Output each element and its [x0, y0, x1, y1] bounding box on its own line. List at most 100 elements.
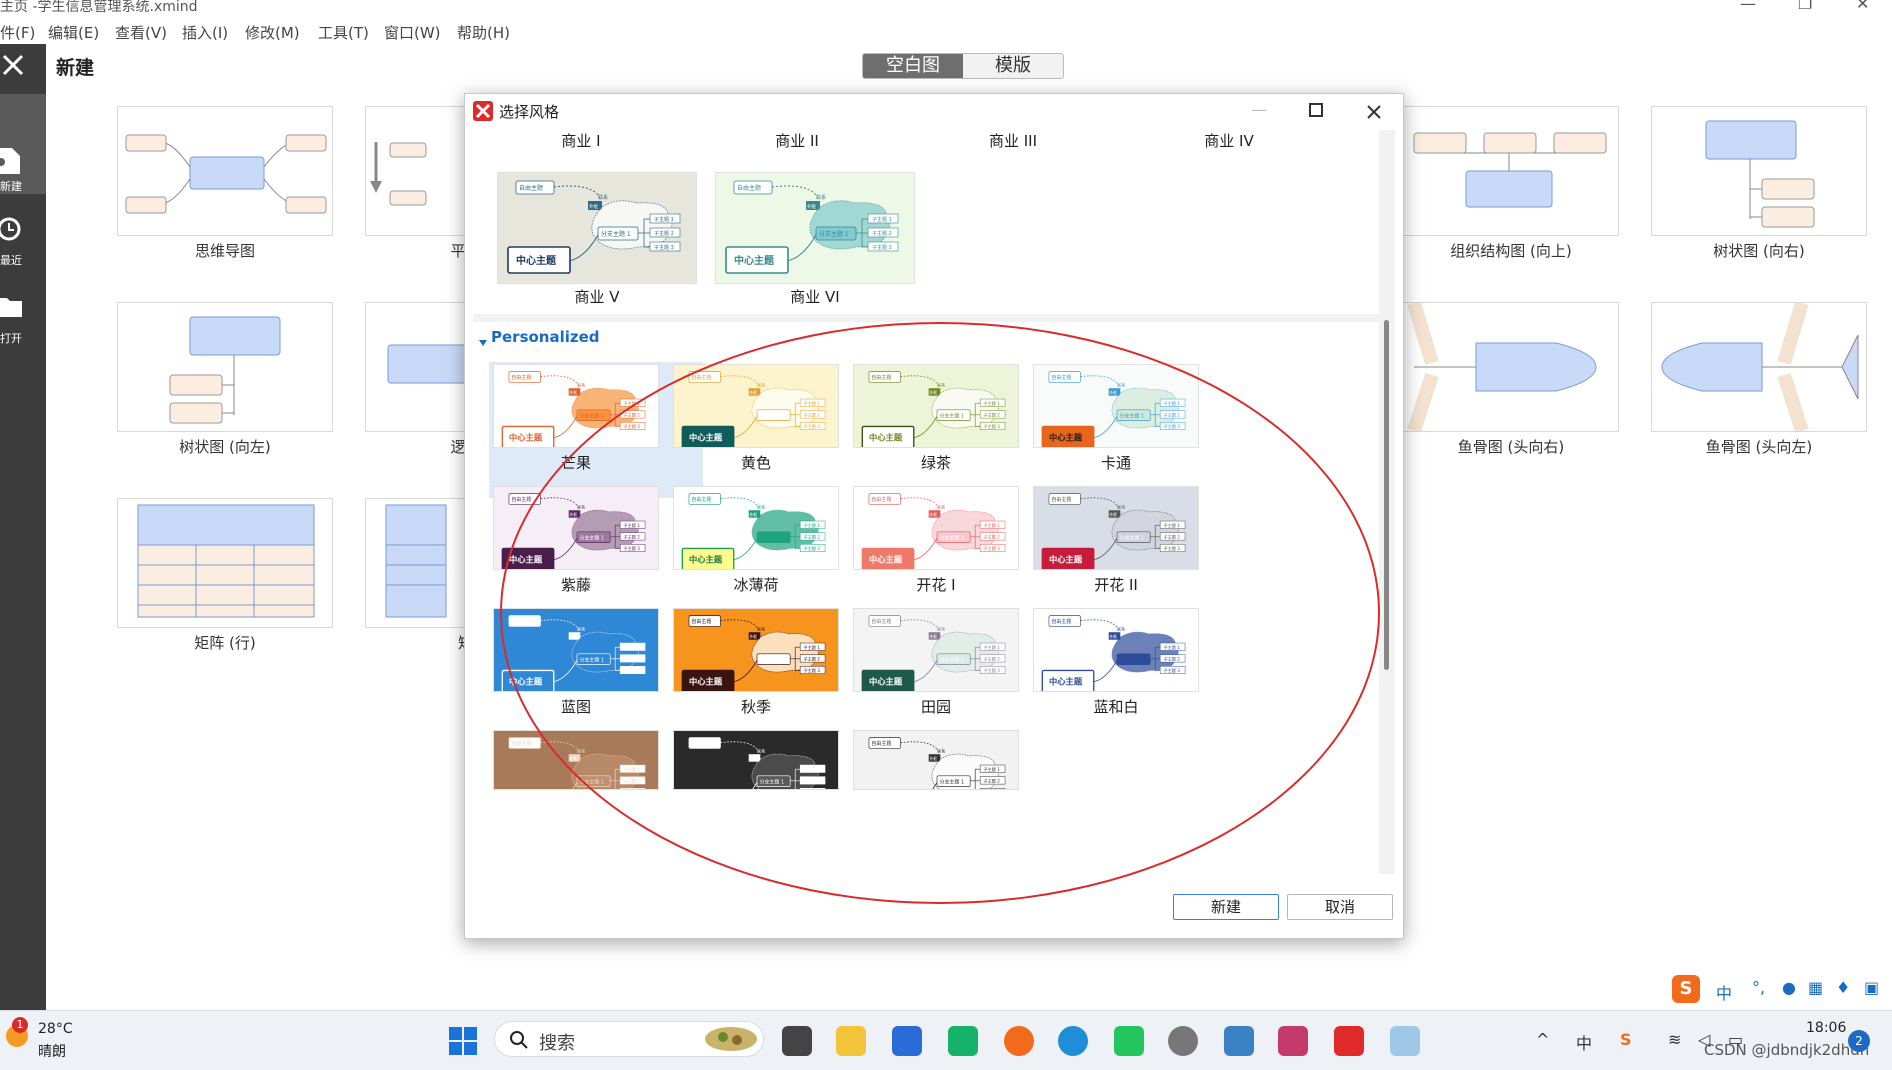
- svg-text:自由主题: 自由主题: [511, 374, 531, 381]
- svg-text:自由主题: 自由主题: [511, 618, 531, 625]
- style-card[interactable]: 自由主题 联系 外框 分支主题 1 子主题 1 子主题 2 子主题 3 中心主题: [493, 486, 659, 570]
- minimize-icon[interactable]: —: [1740, 0, 1756, 13]
- dialog-maximize-icon[interactable]: [1309, 103, 1323, 117]
- style-name: 商业 IV: [1204, 132, 1254, 150]
- taskbar-search[interactable]: 搜索: [494, 1021, 764, 1057]
- style-card[interactable]: 自由主题 联系 外框 分支主题 1 子主题 1 子主题 2 子主题 3 中心主题: [493, 364, 659, 448]
- keyboard-icon[interactable]: ▦: [1808, 978, 1823, 997]
- svg-text:外框: 外框: [750, 756, 758, 761]
- style-card[interactable]: 自由主题 联系 外框 分支主题 1 子主题 1 子主题 2 子主题 3 中心主题: [497, 172, 697, 284]
- menu-help[interactable]: 帮助(H): [457, 22, 510, 43]
- svg-text:分支主题 1: 分支主题 1: [759, 412, 784, 419]
- style-card[interactable]: 自由主题 联系 外框 分支主题 1 子主题 1 子主题 2 子主题 3 中心主题: [673, 486, 839, 570]
- menu-file[interactable]: 件(F): [0, 22, 35, 43]
- avatar-app-icon[interactable]: [1168, 1026, 1198, 1056]
- style-card[interactable]: 自由主题 联系 外框 分支主题 1 子主题 1 子主题 2 子主题 3 中心主题: [673, 608, 839, 692]
- template-card[interactable]: [117, 302, 333, 432]
- intellij-icon[interactable]: [1278, 1026, 1308, 1056]
- svg-text:外框: 外框: [570, 634, 578, 639]
- template-card[interactable]: [117, 106, 333, 236]
- style-card[interactable]: 自由主题 联系 外框 分支主题 1 子主题 1 子主题 2 子主题 3 中心主题: [853, 608, 1019, 692]
- create-button[interactable]: 新建: [1173, 894, 1279, 920]
- style-card[interactable]: 自由主题 联系 外框 分支主题 1 子主题 1 子主题 2 子主题 3 中心主题: [1033, 486, 1199, 570]
- ime-punct-icon[interactable]: °,: [1752, 978, 1765, 997]
- cancel-button[interactable]: 取消: [1287, 894, 1393, 920]
- style-name: 黄色: [740, 454, 771, 472]
- wechat-icon[interactable]: [948, 1026, 978, 1056]
- pycharm-icon[interactable]: [1114, 1026, 1144, 1056]
- sidebar-item-recent[interactable]: 最近: [0, 180, 46, 267]
- windows-start-icon[interactable]: [448, 1026, 478, 1056]
- style-card[interactable]: 自由主题 联系 外框 分支主题 1 子主题 1 子主题 2 子主题 3 中心主题: [673, 364, 839, 448]
- style-card[interactable]: 自由主题 联系 外框 分支主题 1 子主题 1 子主题 2 子主题 3 中心主题: [1033, 608, 1199, 692]
- template-card[interactable]: [1651, 300, 1867, 434]
- menu-view[interactable]: 查看(V): [115, 22, 167, 43]
- wifi-icon[interactable]: ≋: [1668, 1030, 1681, 1049]
- svg-text:中心主题: 中心主题: [1049, 677, 1083, 687]
- clock-time[interactable]: 18:06: [1806, 1020, 1846, 1036]
- style-card[interactable]: 自由主题 联系 外框 分支主题 1 子主题 1 子主题 2 子主题 3 中心主题: [715, 172, 915, 284]
- dialog-minimize-icon: —: [1251, 100, 1267, 119]
- ime-mode[interactable]: 中: [1716, 980, 1732, 1004]
- notepad-icon[interactable]: [1224, 1026, 1254, 1056]
- sogou-ime-icon[interactable]: S: [1672, 975, 1700, 1003]
- scroll-thumb[interactable]: [1384, 320, 1389, 670]
- snipping-tool-icon[interactable]: [1390, 1026, 1420, 1056]
- template-card[interactable]: [1651, 106, 1867, 236]
- microphone-icon[interactable]: ●: [1782, 978, 1796, 997]
- style-name: 商业 V: [574, 288, 620, 306]
- svg-text:子主题 3: 子主题 3: [654, 244, 674, 251]
- style-card[interactable]: 自由主题 联系 外框 分支主题 1 子主题 1 子主题 2 子主题 3 中心主题: [853, 730, 1019, 790]
- svg-text:子主题 1: 子主题 1: [983, 644, 1000, 650]
- dialog-close-icon[interactable]: [1365, 103, 1383, 121]
- notification-badge[interactable]: 2: [1848, 1030, 1870, 1052]
- firefox-icon[interactable]: [1004, 1026, 1034, 1056]
- style-card[interactable]: 自由主题 联系 外框 分支主题 1 子主题 1 子主题 2 子主题 3 中心主题: [1033, 364, 1199, 448]
- svg-text:自由主题: 自由主题: [691, 740, 711, 747]
- close-window-icon[interactable]: ✕: [1856, 0, 1869, 13]
- close-panel-button[interactable]: [0, 44, 46, 88]
- business-section: 商业 I 商业 II 商业 III 商业 IV 自由主题 联系 外框 分支主题 …: [473, 130, 1385, 314]
- svg-text:中心主题: 中心主题: [509, 555, 543, 565]
- template-card[interactable]: [117, 498, 333, 628]
- style-card[interactable]: 自由主题 联系 外框 分支主题 1 子主题 1 子主题 2 子主题 3 中心主题: [853, 486, 1019, 570]
- style-card[interactable]: 自由主题 联系 外框 分支主题 1 子主题 1 子主题 2 子主题 3 中心主题: [673, 730, 839, 790]
- menu-edit[interactable]: 编辑(E): [48, 22, 99, 43]
- menu-tools[interactable]: 工具(T): [318, 22, 369, 43]
- sidebar-item-new[interactable]: 新建: [0, 94, 46, 194]
- fishbone-right-thumb-icon: [1407, 300, 1597, 434]
- style-card[interactable]: 自由主题 联系 外框 分支主题 1 子主题 1 子主题 2 子主题 3 中心主题: [493, 608, 659, 692]
- style-card[interactable]: 自由主题 联系 外框 分支主题 1 子主题 1 子主题 2 子主题 3 中心主题: [853, 364, 1019, 448]
- svg-text:子主题 3: 子主题 3: [623, 667, 640, 673]
- sidebar-item-open[interactable]: 打开: [0, 254, 46, 345]
- sogou-tray-icon[interactable]: S: [1620, 1030, 1632, 1049]
- store-icon[interactable]: [892, 1026, 922, 1056]
- chevron-up-icon[interactable]: ^: [1536, 1030, 1549, 1049]
- svg-text:子主题 1: 子主题 1: [1163, 400, 1180, 406]
- template-label: 鱼骨图 (头向左): [1705, 438, 1813, 456]
- svg-text:子主题 2: 子主题 2: [654, 230, 674, 237]
- svg-text:自由主题: 自由主题: [1051, 618, 1071, 625]
- ime-menu-icon[interactable]: ▣: [1864, 978, 1879, 997]
- template-card[interactable]: [1403, 300, 1619, 434]
- task-view-icon[interactable]: [782, 1026, 812, 1056]
- svg-text:子主题 2: 子主题 2: [623, 777, 640, 783]
- tab-blank[interactable]: 空白图: [863, 54, 963, 78]
- skin-icon[interactable]: ♦: [1836, 978, 1850, 997]
- menu-window[interactable]: 窗口(W): [384, 22, 441, 43]
- menu-insert[interactable]: 插入(I): [182, 22, 228, 43]
- ime-tray-icon[interactable]: 中: [1576, 1030, 1592, 1054]
- dialog-scrollbar[interactable]: [1379, 130, 1393, 874]
- style-card[interactable]: 自由主题 联系 外框 分支主题 1 子主题 1 子主题 2 子主题 3 中心主题: [493, 730, 659, 790]
- edge-icon[interactable]: [1058, 1026, 1088, 1056]
- xmind-app-icon[interactable]: [1334, 1026, 1364, 1056]
- section-toggle[interactable]: Personalized: [479, 328, 619, 350]
- menu-modify[interactable]: 修改(M): [245, 22, 300, 43]
- template-card[interactable]: [1403, 106, 1619, 236]
- file-explorer-icon[interactable]: [836, 1026, 866, 1056]
- restore-icon[interactable]: ❐: [1798, 0, 1812, 13]
- clock-icon: [0, 217, 21, 241]
- tab-template[interactable]: 模版: [963, 54, 1063, 78]
- svg-text:中心主题: 中心主题: [509, 677, 543, 687]
- svg-text:子主题 1: 子主题 1: [623, 400, 640, 406]
